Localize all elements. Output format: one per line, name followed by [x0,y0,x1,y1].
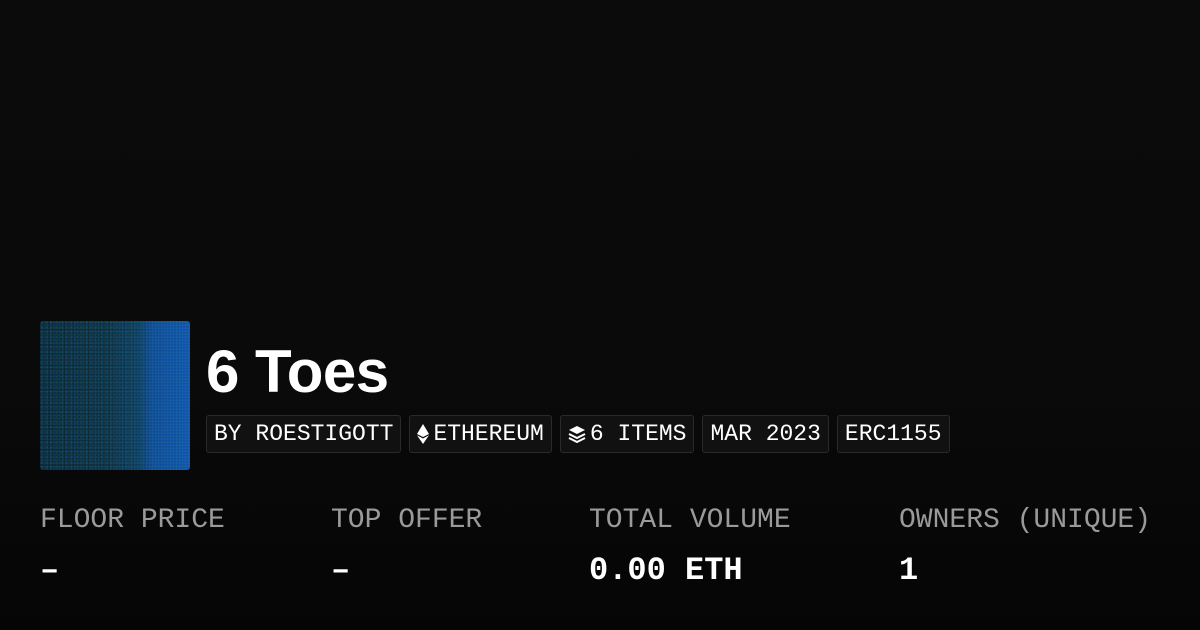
items-tag-label: 6 ITEMS [589,421,687,447]
floor-price-label: FLOOR PRICE [40,505,225,536]
collection-tags: BY ROESTIGOTT ETHEREUM 6 ITEMS MAR 2023 … [206,415,950,453]
top-offer-label: TOP OFFER [331,505,483,536]
chain-tag-label: ETHEREUM [433,421,544,447]
collection-title: 6 Toes [206,338,389,405]
collection-thumbnail-image [40,321,190,470]
date-tag-label: MAR 2023 [710,421,821,447]
owners-value: 1 [899,552,919,589]
date-tag: MAR 2023 [702,415,829,453]
total-volume-value: 0.00 ETH [589,552,743,589]
items-tag: 6 ITEMS [559,415,695,453]
top-offer-stat: TOP OFFER – [331,500,482,596]
floor-price-value: – [40,552,60,589]
layers-icon [568,425,586,443]
creator-tag-label: BY ROESTIGOTT [214,421,394,447]
floor-price-stat: FLOOR PRICE – [40,500,225,596]
token-standard-tag-label: ERC1155 [844,421,942,447]
top-offer-value: – [331,552,351,589]
ethereum-icon [417,424,430,444]
owners-label: OWNERS (UNIQUE) [899,505,1152,536]
collection-share-card: 6 Toes BY ROESTIGOTT ETHEREUM 6 ITEMS MA… [0,0,1200,630]
total-volume-label: TOTAL VOLUME [589,505,791,536]
owners-stat: OWNERS (UNIQUE) 1 [899,500,1151,596]
chain-tag: ETHEREUM [409,415,552,453]
token-standard-tag: ERC1155 [836,415,950,453]
creator-tag: BY ROESTIGOTT [206,415,402,453]
total-volume-stat: TOTAL VOLUME 0.00 ETH [589,500,791,596]
collection-stats: FLOOR PRICE – TOP OFFER – TOTAL VOLUME 0… [0,500,1200,630]
